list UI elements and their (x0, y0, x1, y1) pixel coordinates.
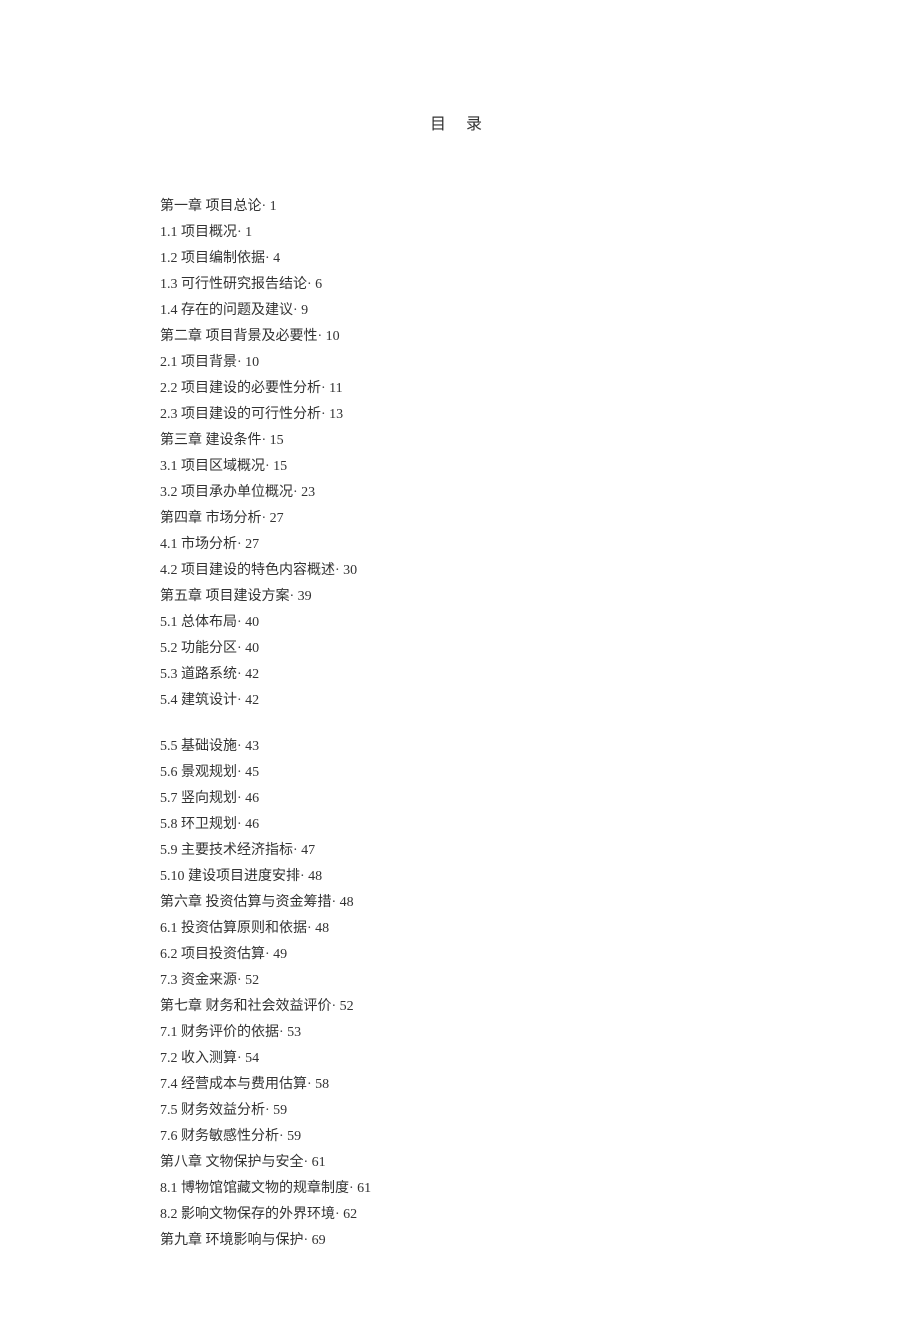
toc-entry: 5.7 竖向规划· 46 (160, 786, 760, 812)
toc-entry: 1.3 可行性研究报告结论· 6 (160, 272, 760, 298)
toc-entry: 3.1 项目区域概况· 15 (160, 454, 760, 480)
toc-entry: 第七章 财务和社会效益评价· 52 (160, 994, 760, 1020)
toc-entry: 2.3 项目建设的可行性分析· 13 (160, 402, 760, 428)
toc-block-1: 第一章 项目总论· 1 1.1 项目概况· 1 1.2 项目编制依据· 4 1.… (160, 194, 760, 714)
page-title: 目 录 (160, 110, 760, 134)
toc-entry: 1.1 项目概况· 1 (160, 220, 760, 246)
toc-entry: 第一章 项目总论· 1 (160, 194, 760, 220)
toc-entry: 5.2 功能分区· 40 (160, 636, 760, 662)
toc-entry: 4.2 项目建设的特色内容概述· 30 (160, 558, 760, 584)
document-page: 目 录 第一章 项目总论· 1 1.1 项目概况· 1 1.2 项目编制依据· … (0, 0, 920, 1334)
toc-entry: 5.1 总体布局· 40 (160, 610, 760, 636)
toc-entry: 6.2 项目投资估算· 49 (160, 942, 760, 968)
toc-entry: 第九章 环境影响与保护· 69 (160, 1228, 760, 1254)
toc-entry: 7.5 财务效益分析· 59 (160, 1098, 760, 1124)
toc-entry: 3.2 项目承办单位概况· 23 (160, 480, 760, 506)
toc-entry: 4.1 市场分析· 27 (160, 532, 760, 558)
toc-entry: 7.1 财务评价的依据· 53 (160, 1020, 760, 1046)
toc-entry: 7.3 资金来源· 52 (160, 968, 760, 994)
toc-entry: 第五章 项目建设方案· 39 (160, 584, 760, 610)
toc-block-2: 5.5 基础设施· 43 5.6 景观规划· 45 5.7 竖向规划· 46 5… (160, 734, 760, 1254)
toc-entry: 5.6 景观规划· 45 (160, 760, 760, 786)
toc-entry: 5.10 建设项目进度安排· 48 (160, 864, 760, 890)
toc-entry: 第二章 项目背景及必要性· 10 (160, 324, 760, 350)
toc-entry: 6.1 投资估算原则和依据· 48 (160, 916, 760, 942)
toc-entry: 1.2 项目编制依据· 4 (160, 246, 760, 272)
toc-entry: 5.9 主要技术经济指标· 47 (160, 838, 760, 864)
toc-entry: 1.4 存在的问题及建议· 9 (160, 298, 760, 324)
toc-entry: 第六章 投资估算与资金筹措· 48 (160, 890, 760, 916)
toc-entry: 8.1 博物馆馆藏文物的规章制度· 61 (160, 1176, 760, 1202)
toc-entry: 5.5 基础设施· 43 (160, 734, 760, 760)
toc-entry: 第八章 文物保护与安全· 61 (160, 1150, 760, 1176)
toc-entry: 7.4 经营成本与费用估算· 58 (160, 1072, 760, 1098)
toc-entry: 8.2 影响文物保存的外界环境· 62 (160, 1202, 760, 1228)
toc-entry: 5.4 建筑设计· 42 (160, 688, 760, 714)
toc-entry: 7.2 收入测算· 54 (160, 1046, 760, 1072)
toc-entry: 7.6 财务敏感性分析· 59 (160, 1124, 760, 1150)
toc-entry: 2.2 项目建设的必要性分析· 11 (160, 376, 760, 402)
toc-entry: 第四章 市场分析· 27 (160, 506, 760, 532)
toc-entry: 第三章 建设条件· 15 (160, 428, 760, 454)
toc-entry: 2.1 项目背景· 10 (160, 350, 760, 376)
toc-entry: 5.3 道路系统· 42 (160, 662, 760, 688)
toc-entry: 5.8 环卫规划· 46 (160, 812, 760, 838)
